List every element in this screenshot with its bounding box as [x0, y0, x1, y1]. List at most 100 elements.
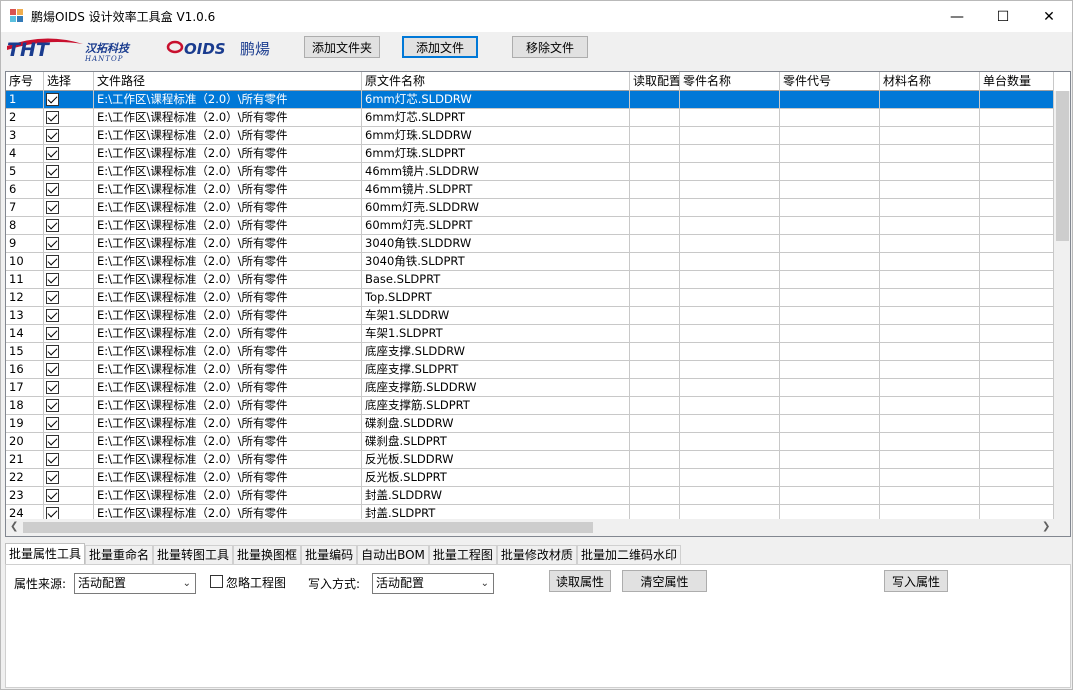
part-code-cell[interactable] — [780, 109, 880, 126]
tab-item[interactable]: 批量加二维码水印 — [576, 545, 681, 565]
file-name-cell[interactable]: 底座支撑筋.SLDPRT — [362, 397, 630, 414]
config-cell[interactable] — [630, 163, 680, 180]
quantity-cell[interactable] — [980, 451, 1054, 468]
tab-item[interactable]: 批量属性工具 — [5, 543, 86, 565]
table-row[interactable]: 11 E:\工作区\课程标准（2.0）\所有零件 Base.SLDPRT — [6, 271, 1054, 289]
file-path-cell[interactable]: E:\工作区\课程标准（2.0）\所有零件 — [94, 217, 362, 234]
file-path-cell[interactable]: E:\工作区\课程标准（2.0）\所有零件 — [94, 397, 362, 414]
file-name-cell[interactable]: 46mm镜片.SLDPRT — [362, 181, 630, 198]
material-cell[interactable] — [880, 145, 980, 162]
material-cell[interactable] — [880, 379, 980, 396]
material-cell[interactable] — [880, 235, 980, 252]
column-header[interactable]: 序号 — [6, 72, 44, 91]
quantity-cell[interactable] — [980, 361, 1054, 378]
part-code-cell[interactable] — [780, 289, 880, 306]
quantity-cell[interactable] — [980, 289, 1054, 306]
quantity-cell[interactable] — [980, 109, 1054, 126]
part-code-cell[interactable] — [780, 127, 880, 144]
file-grid[interactable]: 序号 选择 文件路径 原文件名称 读取配置 零件名称 零件代号 材料名称 单台数量 1 E:\工作… — [5, 71, 1071, 537]
part-name-cell[interactable] — [680, 469, 780, 486]
select-checkbox-cell[interactable] — [44, 307, 94, 324]
ignore-drawing-checkbox[interactable] — [210, 575, 223, 588]
row-number[interactable]: 11 — [6, 271, 44, 288]
part-code-cell[interactable] — [780, 451, 880, 468]
file-path-cell[interactable]: E:\工作区\课程标准（2.0）\所有零件 — [94, 361, 362, 378]
material-cell[interactable] — [880, 361, 980, 378]
material-cell[interactable] — [880, 163, 980, 180]
part-name-cell[interactable] — [680, 361, 780, 378]
row-checkbox[interactable] — [46, 309, 59, 322]
part-name-cell[interactable] — [680, 397, 780, 414]
material-cell[interactable] — [880, 289, 980, 306]
file-path-cell[interactable]: E:\工作区\课程标准（2.0）\所有零件 — [94, 145, 362, 162]
part-name-cell[interactable] — [680, 451, 780, 468]
file-name-cell[interactable]: 6mm灯珠.SLDDRW — [362, 127, 630, 144]
part-name-cell[interactable] — [680, 91, 780, 108]
select-checkbox-cell[interactable] — [44, 415, 94, 432]
quantity-cell[interactable] — [980, 145, 1054, 162]
file-path-cell[interactable]: E:\工作区\课程标准（2.0）\所有零件 — [94, 253, 362, 270]
vertical-scrollbar[interactable] — [1054, 91, 1070, 519]
quantity-cell[interactable] — [980, 433, 1054, 450]
select-checkbox-cell[interactable] — [44, 127, 94, 144]
write-mode-select[interactable]: 活动配置 ⌄ — [372, 573, 494, 594]
row-number[interactable]: 20 — [6, 433, 44, 450]
quantity-cell[interactable] — [980, 217, 1054, 234]
file-path-cell[interactable]: E:\工作区\课程标准（2.0）\所有零件 — [94, 127, 362, 144]
part-name-cell[interactable] — [680, 127, 780, 144]
table-row[interactable]: 17 E:\工作区\课程标准（2.0）\所有零件 底座支撑筋.SLDDRW — [6, 379, 1054, 397]
select-checkbox-cell[interactable] — [44, 433, 94, 450]
select-checkbox-cell[interactable] — [44, 451, 94, 468]
row-checkbox[interactable] — [46, 291, 59, 304]
file-path-cell[interactable]: E:\工作区\课程标准（2.0）\所有零件 — [94, 289, 362, 306]
part-code-cell[interactable] — [780, 469, 880, 486]
row-number[interactable]: 13 — [6, 307, 44, 324]
table-row[interactable]: 3 E:\工作区\课程标准（2.0）\所有零件 6mm灯珠.SLDDRW — [6, 127, 1054, 145]
row-checkbox[interactable] — [46, 219, 59, 232]
file-path-cell[interactable]: E:\工作区\课程标准（2.0）\所有零件 — [94, 163, 362, 180]
table-row[interactable]: 19 E:\工作区\课程标准（2.0）\所有零件 碟刹盘.SLDDRW — [6, 415, 1054, 433]
row-number[interactable]: 22 — [6, 469, 44, 486]
table-row[interactable]: 2 E:\工作区\课程标准（2.0）\所有零件 6mm灯芯.SLDPRT — [6, 109, 1054, 127]
part-code-cell[interactable] — [780, 253, 880, 270]
part-name-cell[interactable] — [680, 343, 780, 360]
config-cell[interactable] — [630, 379, 680, 396]
material-cell[interactable] — [880, 217, 980, 234]
select-checkbox-cell[interactable] — [44, 145, 94, 162]
part-name-cell[interactable] — [680, 253, 780, 270]
part-code-cell[interactable] — [780, 397, 880, 414]
tab-item[interactable]: 批量转图工具 — [153, 545, 234, 565]
part-name-cell[interactable] — [680, 379, 780, 396]
file-path-cell[interactable]: E:\工作区\课程标准（2.0）\所有零件 — [94, 271, 362, 288]
material-cell[interactable] — [880, 397, 980, 414]
close-button[interactable]: ✕ — [1026, 1, 1072, 32]
table-row[interactable]: 23 E:\工作区\课程标准（2.0）\所有零件 封盖.SLDDRW — [6, 487, 1054, 505]
part-name-cell[interactable] — [680, 289, 780, 306]
tab-item[interactable]: 批量编码 — [301, 545, 358, 565]
material-cell[interactable] — [880, 469, 980, 486]
select-checkbox-cell[interactable] — [44, 361, 94, 378]
file-name-cell[interactable]: 反光板.SLDPRT — [362, 469, 630, 486]
row-checkbox[interactable] — [46, 435, 59, 448]
row-number[interactable]: 17 — [6, 379, 44, 396]
select-checkbox-cell[interactable] — [44, 469, 94, 486]
material-cell[interactable] — [880, 271, 980, 288]
file-name-cell[interactable]: 底座支撑筋.SLDDRW — [362, 379, 630, 396]
quantity-cell[interactable] — [980, 379, 1054, 396]
part-code-cell[interactable] — [780, 199, 880, 216]
maximize-button[interactable]: ☐ — [980, 1, 1026, 32]
row-number[interactable]: 9 — [6, 235, 44, 252]
file-path-cell[interactable]: E:\工作区\课程标准（2.0）\所有零件 — [94, 487, 362, 504]
file-name-cell[interactable]: 车架1.SLDPRT — [362, 325, 630, 342]
config-cell[interactable] — [630, 127, 680, 144]
config-cell[interactable] — [630, 469, 680, 486]
select-checkbox-cell[interactable] — [44, 325, 94, 342]
material-cell[interactable] — [880, 325, 980, 342]
part-code-cell[interactable] — [780, 487, 880, 504]
config-cell[interactable] — [630, 145, 680, 162]
column-header[interactable]: 读取配置 — [630, 72, 680, 91]
part-name-cell[interactable] — [680, 235, 780, 252]
row-checkbox[interactable] — [46, 93, 59, 106]
select-checkbox-cell[interactable] — [44, 163, 94, 180]
row-checkbox[interactable] — [46, 489, 59, 502]
